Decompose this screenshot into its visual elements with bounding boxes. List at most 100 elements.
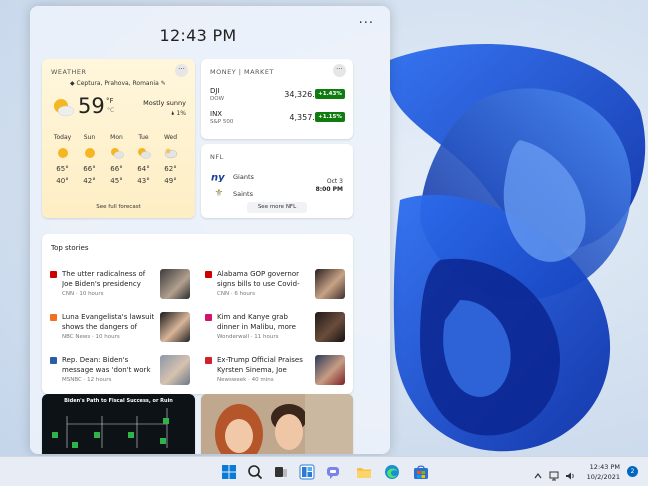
notification-badge[interactable]: 2 [627, 466, 638, 477]
team-row: ny Giants [211, 171, 254, 183]
taskbar-clock[interactable]: 12:43 PM 10/2/2021 [587, 462, 620, 482]
forecast-high: 66° [110, 165, 123, 173]
see-full-forecast-link[interactable]: See full forecast [42, 204, 195, 210]
story-meta: MSNBC · 12 hours [62, 377, 112, 383]
forecast-day[interactable]: Mon 66° 45° [103, 134, 130, 185]
story-thumbnail [315, 312, 345, 342]
story-item[interactable]: Luna Evangelista's lawsuit shows the dan… [42, 312, 190, 348]
story-headline: Ex-Trump Official Praises Kyrsten Sinema… [217, 356, 303, 374]
cnn-icon [50, 271, 57, 278]
widgets-icon[interactable] [299, 464, 315, 480]
story-age: 11 hours [254, 334, 279, 340]
forecast-day[interactable]: Today 65° 40° [49, 134, 76, 185]
edge-browser-icon[interactable] [384, 464, 400, 480]
stock-change-badge: +1.43% [315, 89, 345, 99]
story-age: 6 hours [234, 291, 256, 297]
story-thumbnail [160, 269, 190, 299]
stock-index-name: DOW [210, 96, 225, 102]
stock-symbol: INX S&P 500 [210, 110, 233, 125]
team-name: Giants [233, 172, 254, 181]
precipitation-value: 1% [176, 110, 186, 117]
stock-symbol-name: DJI [210, 87, 220, 95]
microsoft-store-icon[interactable] [413, 464, 429, 480]
location-pin-icon: ◆ [70, 80, 75, 87]
forecast-day[interactable]: Tue 64° 43° [130, 134, 157, 185]
chevron-up-icon[interactable] [533, 466, 543, 479]
edit-pencil-icon[interactable]: ✎ [161, 80, 166, 87]
nbc-news-icon [50, 314, 57, 321]
story-item[interactable]: Ex-Trump Official Praises Kyrsten Sinema… [197, 355, 345, 391]
forecast-day[interactable]: Sun 66° 42° [76, 134, 103, 185]
story-age: 12 hours [87, 377, 112, 383]
start-windows-icon[interactable] [221, 464, 237, 480]
saints-logo-icon: ⚜ [214, 188, 224, 199]
weather-location[interactable]: ◆ Ceptura, Prahova, Romania ✎ [70, 80, 166, 87]
volume-icon[interactable] [565, 466, 575, 480]
story-source: NBC News [62, 334, 91, 340]
forecast-high: 66° [83, 165, 96, 173]
forecast-low: 43° [137, 177, 150, 185]
panel-more-button[interactable]: ··· [359, 16, 374, 31]
story-item[interactable]: The utter radicalness of Joe Biden's pre… [42, 269, 190, 305]
stock-symbol: DJI DOW [210, 87, 224, 102]
story-source: CNN [62, 291, 75, 297]
story-source: MSNBC [62, 377, 82, 383]
sun-icon [49, 145, 76, 161]
taskbar-date: 10/2/2021 [586, 473, 620, 481]
unit-celsius[interactable]: °C [107, 107, 114, 114]
money-more-button[interactable]: ··· [333, 64, 346, 77]
story-age: 10 hours [79, 291, 104, 297]
forecast-day[interactable]: Wed 62° 49° [157, 134, 184, 185]
forecast-low: 40° [56, 177, 69, 185]
weather-card[interactable]: WEATHER ··· ◆ Ceptura, Prahova, Romania … [42, 59, 195, 218]
celebrity-photo-card[interactable] [201, 394, 353, 454]
top-stories-title: Top stories [51, 244, 89, 252]
task-view-icon[interactable] [273, 464, 289, 480]
teams-chat-icon[interactable] [325, 464, 341, 480]
partly-cloudy-icon [130, 145, 157, 161]
weather-more-button[interactable]: ··· [175, 64, 188, 77]
money-title: MONEY | MARKET [210, 68, 274, 76]
weather-title: WEATHER [51, 68, 87, 76]
story-meta: CNN · 6 hours [217, 291, 256, 297]
story-source: Wonderwall [217, 334, 250, 340]
partly-cloudy-icon [103, 145, 130, 161]
top-stories-card[interactable]: Top stories The utter radicalness of Joe… [42, 234, 353, 394]
nfl-card[interactable]: NFL ny Giants ⚜ Saints Oct 3 8:00 PM See… [201, 144, 353, 218]
forecast-day-name: Today [53, 134, 72, 141]
network-icon[interactable] [549, 466, 559, 481]
partly-sunny-icon [51, 97, 75, 121]
search-icon[interactable] [247, 464, 263, 480]
infographic-diagram [52, 408, 169, 448]
stock-index-name: S&P 500 [210, 119, 234, 125]
game-time: 8:00 PM [315, 186, 343, 193]
forecast-day-name: Mon [110, 134, 123, 141]
story-headline: Alabama GOP governor signs bills to use … [217, 270, 300, 288]
weather-location-text: Ceptura, Prahova, Romania [76, 80, 159, 87]
wonderwall-icon [205, 314, 212, 321]
infrastructure-infographic-card[interactable]: Biden's Path to Fiscal Success, or Ruin [42, 394, 195, 454]
sun-icon [76, 145, 103, 161]
team-row: ⚜ Saints [211, 188, 253, 199]
giants-logo-icon: ny [211, 171, 227, 183]
story-headline: Rep. Dean: Biden's message was 'don't wo… [62, 356, 151, 374]
story-thumbnail [315, 355, 345, 385]
unit-fahrenheit[interactable]: °F [106, 97, 114, 105]
msnbc-icon [50, 357, 57, 364]
see-more-nfl-button[interactable]: See more NFL [247, 202, 307, 213]
newsweek-icon [205, 357, 212, 364]
file-explorer-icon[interactable] [356, 464, 372, 480]
story-item[interactable]: Rep. Dean: Biden's message was 'don't wo… [42, 355, 190, 391]
team-name: Saints [233, 189, 253, 198]
forecast-low: 45° [110, 177, 123, 185]
forecast-day-name: Tue [138, 134, 149, 141]
game-date: Oct 3 [326, 178, 343, 185]
story-item[interactable]: Alabama GOP governor signs bills to use … [197, 269, 345, 305]
story-thumbnail [160, 355, 190, 385]
money-card[interactable]: MONEY | MARKET ··· DJI DOW 34,326.46 +1.… [201, 59, 353, 139]
forecast-low: 42° [83, 177, 96, 185]
story-item[interactable]: Kim and Kanye grab dinner in Malibu, mor… [197, 312, 345, 348]
raindrop-icon: 🌢 [170, 110, 175, 117]
forecast-high: 65° [56, 165, 69, 173]
widgets-panel: 12:43 PM ··· WEATHER ··· ◆ Ceptura, Prah… [30, 6, 390, 454]
